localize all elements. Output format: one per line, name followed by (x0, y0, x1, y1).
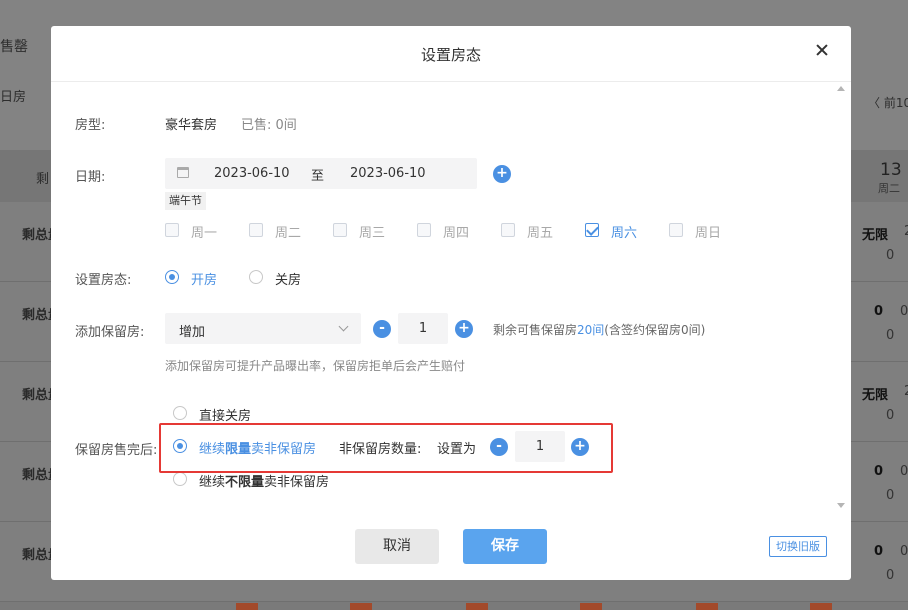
row-extra: 0 (900, 304, 908, 319)
row-extra: 2 (904, 384, 908, 399)
reserve-info-prefix: 剩余可售保留房 (493, 323, 578, 337)
background-tab: 日房 (0, 90, 27, 105)
close-icon[interactable] (813, 42, 831, 60)
row-sub: 0 (886, 248, 895, 263)
row-sub: 0 (886, 328, 895, 343)
background-chip (466, 603, 488, 610)
reserve-info-count: 20间 (577, 323, 605, 337)
weekday-label-sun[interactable]: 周日 (695, 222, 721, 241)
background-date-day: 13 (880, 160, 902, 180)
row-sub: 0 (886, 408, 895, 423)
background-chip (236, 603, 258, 610)
weekday-checkbox-tue[interactable] (249, 223, 263, 237)
row-value: 0 (874, 544, 884, 559)
date-separator: 至 (311, 169, 325, 184)
weekday-checkbox-fri[interactable] (501, 223, 515, 237)
date-start[interactable]: 2023-06-10 (214, 166, 290, 181)
background-prev-link: 〈 前10 (868, 96, 908, 110)
status-open-label[interactable]: 开房 (191, 269, 217, 288)
reserve-quantity-input[interactable]: 1 (398, 313, 448, 344)
background-remaining-header: 剩 (36, 172, 50, 187)
after-unlimited-radio[interactable] (173, 472, 187, 486)
status-open-radio[interactable] (165, 270, 179, 284)
background-chip (696, 603, 718, 610)
row-extra: 0 (900, 464, 908, 479)
weekday-label-tue[interactable]: 周二 (275, 222, 301, 241)
background-chip (350, 603, 372, 610)
weekday-checkbox-sun[interactable] (669, 223, 683, 237)
switch-old-version-button[interactable]: 切换旧版 (769, 536, 827, 557)
scroll-up-icon[interactable] (837, 86, 845, 91)
after-unlimited-c: 卖非保留房 (264, 475, 330, 490)
background-title: 售罄 (0, 39, 28, 55)
after-unlimited-b: 不限量 (225, 475, 265, 490)
row-value: 无限 (862, 388, 889, 403)
weekday-label-sat[interactable]: 周六 (611, 222, 637, 241)
room-status-label: 设置房态: (75, 273, 132, 288)
row-sub: 0 (886, 568, 895, 583)
weekday-checkbox-wed[interactable] (333, 223, 347, 237)
dialog-scrollbar[interactable] (837, 84, 845, 508)
date-end[interactable]: 2023-06-10 (350, 166, 426, 181)
row-extra: 2 (904, 224, 908, 239)
reserve-info-suffix: (含签约保留房0间) (604, 323, 706, 337)
weekday-label-wed[interactable]: 周三 (359, 222, 385, 241)
background-chip (810, 603, 832, 610)
weekday-label-thu[interactable]: 周四 (443, 222, 469, 241)
room-type-value: 豪华套房 (165, 118, 218, 133)
row-extra: 0 (900, 544, 908, 559)
reserve-hint: 添加保留房可提升产品曝出率，保留房拒单后会产生赔付 (165, 359, 466, 373)
sold-count: 已售: 0间 (241, 118, 297, 133)
background-chip (580, 603, 602, 610)
reserve-increment-button[interactable]: + (455, 320, 473, 338)
status-close-label[interactable]: 关房 (275, 269, 301, 288)
row-sub: 0 (886, 488, 895, 503)
highlight-box (159, 423, 613, 473)
holiday-tag: 端午节 (165, 192, 206, 210)
weekday-checkbox-mon[interactable] (165, 223, 179, 237)
reserve-action-value: 增加 (179, 325, 206, 340)
calendar-icon (177, 167, 189, 178)
dialog-header: 设置房态 (51, 26, 851, 82)
after-close-radio[interactable] (173, 406, 187, 420)
row-value: 无限 (862, 228, 889, 243)
after-close-label[interactable]: 直接关房 (199, 405, 251, 424)
after-soldout-label: 保留房售完后: (75, 443, 158, 458)
background-footer (0, 602, 908, 610)
weekday-checkbox-thu[interactable] (417, 223, 431, 237)
cancel-button[interactable]: 取消 (355, 529, 439, 564)
row-value: 0 (874, 304, 884, 319)
status-close-radio[interactable] (249, 270, 263, 284)
reserve-info: 剩余可售保留房20间(含签约保留房0间) (493, 321, 705, 338)
save-button[interactable]: 保存 (463, 529, 547, 564)
weekday-label-mon[interactable]: 周一 (191, 222, 217, 241)
row-value: 0 (874, 464, 884, 479)
dialog-title: 设置房态 (420, 46, 481, 64)
weekday-checkbox-sat[interactable] (585, 223, 599, 237)
scroll-down-icon[interactable] (837, 503, 845, 508)
reserve-label: 添加保留房: (75, 325, 145, 340)
reserve-action-select[interactable]: 增加 (165, 313, 361, 344)
set-room-status-dialog: 设置房态 房型: 豪华套房 已售: 0间 日期: 2023-06-10 至 20… (51, 26, 851, 580)
date-label: 日期: (75, 170, 106, 185)
background-date-week: 周二 (878, 182, 900, 195)
date-range-picker[interactable]: 2023-06-10 至 2023-06-10 (165, 158, 477, 189)
reserve-decrement-button[interactable]: - (373, 320, 391, 338)
add-date-button[interactable]: + (493, 165, 511, 183)
room-type-label: 房型: (75, 118, 106, 133)
weekday-label-fri[interactable]: 周五 (527, 222, 553, 241)
chevron-down-icon (338, 321, 349, 332)
after-unlimited-label[interactable]: 继续不限量卖非保留房 (199, 471, 329, 490)
after-unlimited-a: 继续 (199, 475, 226, 490)
